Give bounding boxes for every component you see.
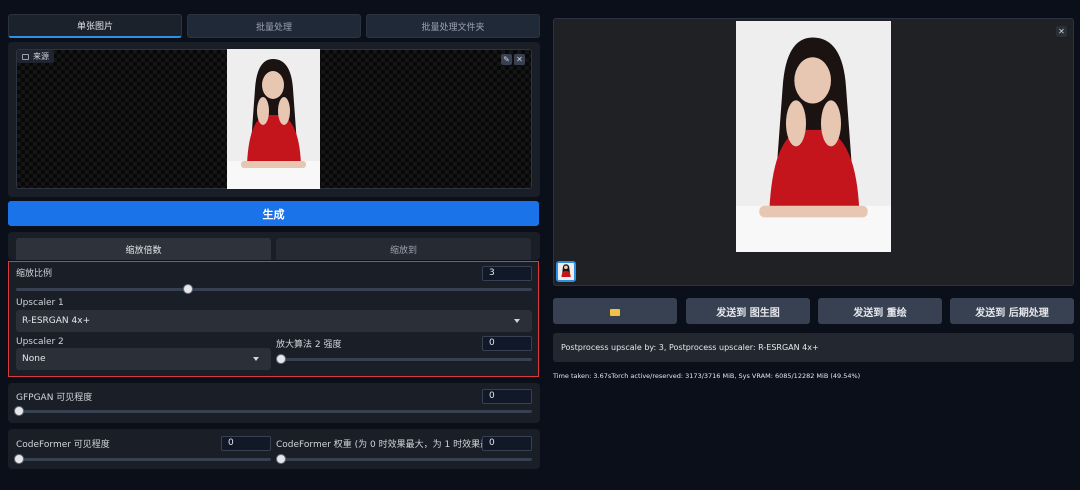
close-icon[interactable]: ✕ [514, 54, 525, 65]
portrait-image [227, 49, 320, 189]
tab-single-image[interactable]: 单张图片 [8, 14, 182, 38]
send-to-img2img-button[interactable]: 发送到 图生图 [686, 298, 810, 324]
tab-label: 批量处理 [255, 22, 292, 33]
codeformer-weight-input[interactable]: 0 [482, 436, 532, 451]
open-folder-button[interactable] [553, 298, 677, 324]
upscaler2-strength-slider[interactable] [276, 354, 532, 364]
tab-batch-folder[interactable]: 批量处理文件夹 [366, 14, 540, 38]
upscaler1-label: Upscaler 1 [16, 298, 64, 308]
tab-scale-by[interactable]: 缩放倍数 [16, 238, 271, 260]
upscaler1-value: R-ESRGAN 4x+ [22, 316, 91, 326]
upscaler1-select[interactable]: R-ESRGAN 4x+ [16, 310, 532, 332]
tab-label: 缩放倍数 [125, 245, 162, 256]
gfpgan-panel [8, 383, 540, 423]
time-taken-text: Time taken: 3.67sTorch active/reserved: … [553, 372, 861, 380]
codeformer-weight-label: CodeFormer 权重 (为 0 时效果最大，为 1 时效果最小) [276, 440, 502, 450]
chevron-down-icon [514, 319, 520, 323]
source-photo [227, 49, 320, 189]
send-to-inpaint-button[interactable]: 发送到 重绘 [818, 298, 942, 324]
gallery-thumbnail[interactable] [556, 261, 576, 282]
folder-icon [610, 308, 620, 316]
generate-button[interactable]: 生成 [8, 201, 539, 226]
gfpgan-slider[interactable] [14, 406, 532, 416]
slider-thumb[interactable] [276, 454, 286, 464]
codeformer-weight-slider[interactable] [276, 454, 532, 464]
scale-slider[interactable] [16, 284, 532, 294]
pencil-icon[interactable]: ✎ [501, 54, 512, 65]
source-label: 来源 [33, 52, 49, 61]
scale-input[interactable]: 3 [482, 266, 532, 281]
upscaler2-strength-input[interactable]: 0 [482, 336, 532, 351]
tab-label: 单张图片 [76, 22, 113, 32]
button-label: 发送到 图生图 [716, 307, 780, 319]
tab-label: 缩放到 [389, 245, 417, 256]
info-text: Postprocess upscale by: 3, Postprocess u… [561, 343, 819, 352]
gfpgan-input[interactable]: 0 [482, 389, 532, 404]
codeformer-input[interactable]: 0 [221, 436, 271, 451]
upscaler2-strength-label: 放大算法 2 强度 [276, 340, 342, 350]
portrait-image [736, 21, 891, 252]
scale-label: 缩放比例 [16, 269, 53, 279]
generate-label: 生成 [262, 207, 285, 221]
generation-info: Postprocess upscale by: 3, Postprocess u… [553, 333, 1074, 362]
output-image[interactable] [736, 21, 891, 252]
chevron-down-icon [253, 357, 259, 361]
button-label: 发送到 后期处理 [975, 307, 1049, 319]
codeformer-label: CodeFormer 可见程度 [16, 440, 110, 450]
button-label: 发送到 重绘 [853, 307, 907, 319]
thumbnail-image [558, 263, 574, 280]
tab-batch[interactable]: 批量处理 [187, 14, 361, 38]
gfpgan-label: GFPGAN 可见程度 [16, 393, 93, 403]
slider-thumb[interactable] [276, 354, 286, 364]
image-icon [22, 53, 29, 60]
slider-thumb[interactable] [182, 284, 193, 294]
send-to-extras-button[interactable]: 发送到 后期处理 [950, 298, 1074, 324]
codeformer-slider[interactable] [14, 454, 271, 464]
upscaler2-select[interactable]: None [16, 348, 271, 370]
source-label-badge: 来源 [17, 50, 54, 63]
upscaler2-label: Upscaler 2 [16, 337, 64, 347]
close-icon[interactable]: ✕ [1056, 26, 1067, 37]
tab-label: 批量处理文件夹 [421, 22, 485, 33]
tab-scale-to[interactable]: 缩放到 [276, 238, 531, 260]
slider-thumb[interactable] [14, 454, 24, 464]
slider-thumb[interactable] [14, 406, 24, 416]
upscaler2-value: None [22, 354, 46, 364]
